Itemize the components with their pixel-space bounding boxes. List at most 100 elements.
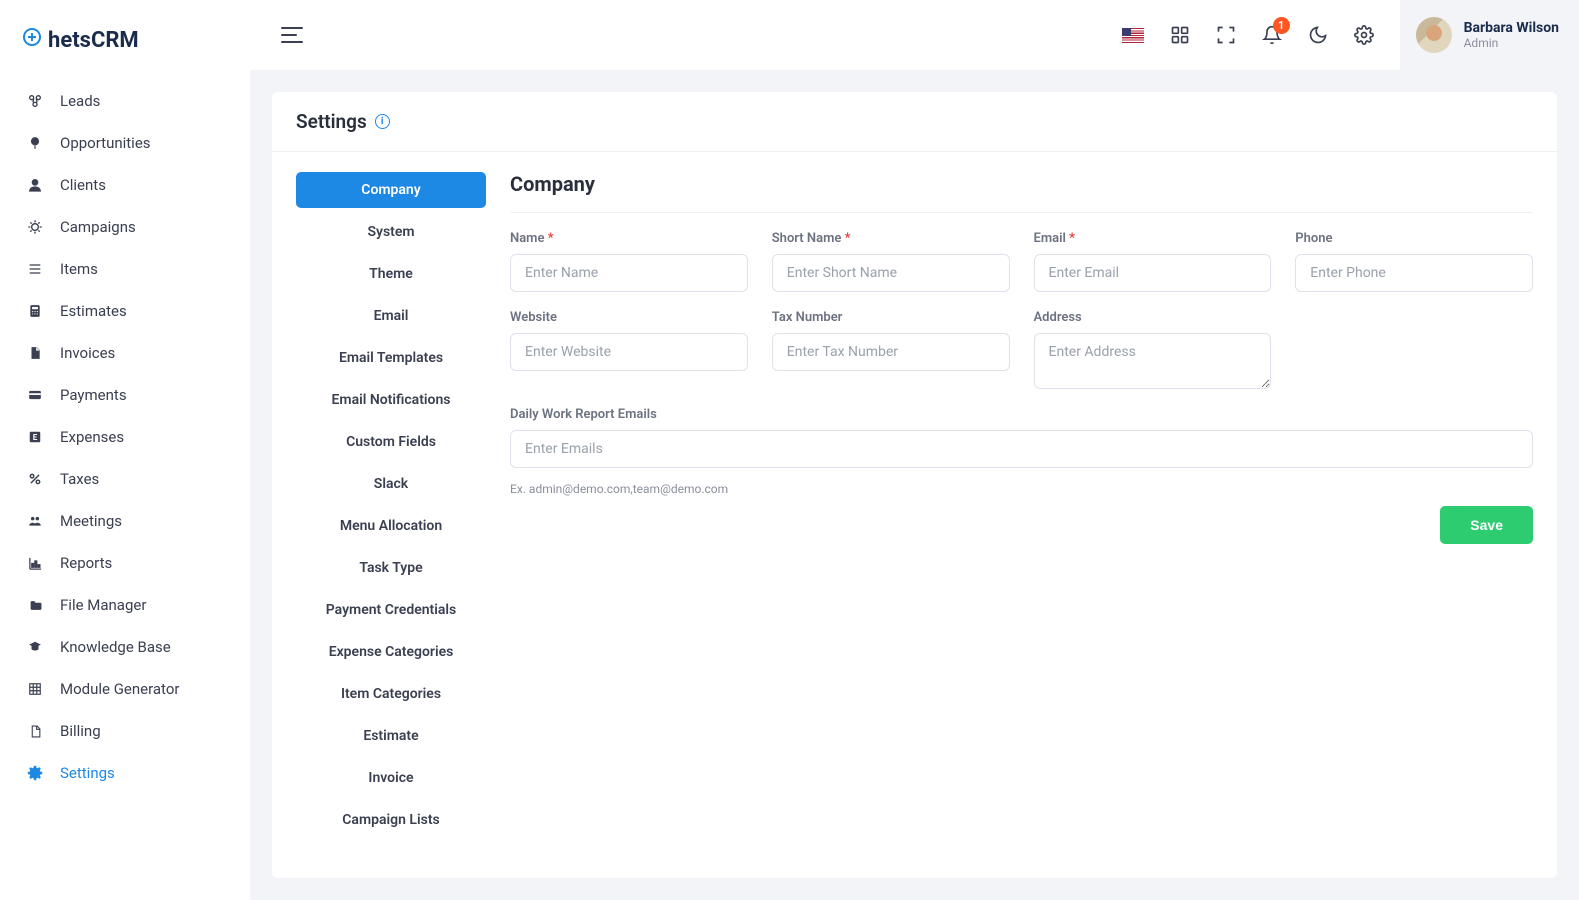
sidebar-item-taxes[interactable]: Taxes <box>0 458 250 500</box>
nav-label: Items <box>60 260 98 278</box>
tab-company[interactable]: Company <box>296 172 486 208</box>
tab-campaign-lists[interactable]: Campaign Lists <box>296 802 486 838</box>
percent-icon <box>26 470 44 488</box>
topbar: 1 Barbara Wilson Admin <box>250 0 1579 70</box>
settings-tabs: Company System Theme Email Email Templat… <box>296 172 486 838</box>
emails-input[interactable] <box>510 430 1533 468</box>
nav-label: Billing <box>60 722 101 740</box>
fullscreen-icon[interactable] <box>1216 25 1236 45</box>
nav-label: Invoices <box>60 344 115 362</box>
nav-label: Clients <box>60 176 106 194</box>
moon-icon[interactable] <box>1308 25 1328 45</box>
sidebar-item-billing[interactable]: Billing <box>0 710 250 752</box>
logo-icon <box>20 25 44 55</box>
section-title: Company <box>510 172 1533 213</box>
tab-email[interactable]: Email <box>296 298 486 334</box>
sidebar-item-invoices[interactable]: Invoices <box>0 332 250 374</box>
nav-label: Payments <box>60 386 127 404</box>
calculator-icon <box>26 302 44 320</box>
balloon-icon <box>26 134 44 152</box>
tab-slack[interactable]: Slack <box>296 466 486 502</box>
tab-custom-fields[interactable]: Custom Fields <box>296 424 486 460</box>
svg-text:E: E <box>33 432 38 442</box>
sidebar-item-module-generator[interactable]: Module Generator <box>0 668 250 710</box>
avatar <box>1416 17 1452 53</box>
email-input[interactable] <box>1034 254 1272 292</box>
tab-item-categories[interactable]: Item Categories <box>296 676 486 712</box>
user-icon <box>26 176 44 194</box>
address-label: Address <box>1034 310 1272 325</box>
leads-icon <box>26 92 44 110</box>
sidebar-item-settings[interactable]: Settings <box>0 752 250 794</box>
emails-hint: Ex. admin@demo.com,team@demo.com <box>510 482 1533 496</box>
user-menu[interactable]: Barbara Wilson Admin <box>1400 0 1579 70</box>
info-icon[interactable]: i <box>375 114 390 129</box>
tab-invoice[interactable]: Invoice <box>296 760 486 796</box>
nav-label: Settings <box>60 764 115 782</box>
logo-text: hetsCRM <box>48 28 139 53</box>
tab-menu-allocation[interactable]: Menu Allocation <box>296 508 486 544</box>
sidebar-item-knowledge-base[interactable]: Knowledge Base <box>0 626 250 668</box>
phone-input[interactable] <box>1295 254 1533 292</box>
nav-label: File Manager <box>60 596 146 614</box>
page-title: Settings <box>296 110 367 133</box>
sidebar-item-estimates[interactable]: Estimates <box>0 290 250 332</box>
tax-number-label: Tax Number <box>772 310 1010 325</box>
user-name: Barbara Wilson <box>1464 20 1559 36</box>
name-label: Name * <box>510 231 748 246</box>
nav-label: Module Generator <box>60 680 179 698</box>
chart-icon <box>26 554 44 572</box>
sidebar-item-clients[interactable]: Clients <box>0 164 250 206</box>
apps-icon[interactable] <box>1170 25 1190 45</box>
logo[interactable]: hetsCRM <box>0 10 250 80</box>
sidebar-item-file-manager[interactable]: File Manager <box>0 584 250 626</box>
nav-label: Campaigns <box>60 218 136 236</box>
sidebar-item-campaigns[interactable]: Campaigns <box>0 206 250 248</box>
tab-email-notifications[interactable]: Email Notifications <box>296 382 486 418</box>
tab-system[interactable]: System <box>296 214 486 250</box>
virus-icon <box>26 218 44 236</box>
sidebar-item-expenses[interactable]: EExpenses <box>0 416 250 458</box>
tax-number-input[interactable] <box>772 333 1010 371</box>
sidebar-item-opportunities[interactable]: Opportunities <box>0 122 250 164</box>
language-flag-icon[interactable] <box>1122 28 1144 43</box>
short-name-label: Short Name * <box>772 231 1010 246</box>
folder-icon <box>26 596 44 614</box>
name-input[interactable] <box>510 254 748 292</box>
emails-label: Daily Work Report Emails <box>510 407 1533 422</box>
save-button[interactable]: Save <box>1440 506 1533 544</box>
sidebar-item-reports[interactable]: Reports <box>0 542 250 584</box>
company-form: Company Name * Short Name * E <box>510 172 1533 838</box>
card-header: Settings i <box>272 92 1557 152</box>
nav-label: Knowledge Base <box>60 638 171 656</box>
tab-expense-categories[interactable]: Expense Categories <box>296 634 486 670</box>
settings-icon[interactable] <box>1354 25 1374 45</box>
bell-icon[interactable]: 1 <box>1262 25 1282 45</box>
document-icon <box>26 344 44 362</box>
phone-label: Phone <box>1295 231 1533 246</box>
sidebar-item-items[interactable]: Items <box>0 248 250 290</box>
tab-task-type[interactable]: Task Type <box>296 550 486 586</box>
menu-toggle-icon[interactable] <box>280 26 304 44</box>
file-icon <box>26 722 44 740</box>
tab-theme[interactable]: Theme <box>296 256 486 292</box>
tab-estimate[interactable]: Estimate <box>296 718 486 754</box>
group-icon <box>26 512 44 530</box>
sidebar-item-payments[interactable]: Payments <box>0 374 250 416</box>
email-label: Email * <box>1034 231 1272 246</box>
website-label: Website <box>510 310 748 325</box>
nav-label: Taxes <box>60 470 99 488</box>
tab-email-templates[interactable]: Email Templates <box>296 340 486 376</box>
nav-label: Leads <box>60 92 100 110</box>
sidebar-item-meetings[interactable]: Meetings <box>0 500 250 542</box>
nav-label: Opportunities <box>60 134 151 152</box>
website-input[interactable] <box>510 333 748 371</box>
sidebar: hetsCRM Leads Opportunities Clients Camp… <box>0 0 250 900</box>
sidebar-item-leads[interactable]: Leads <box>0 80 250 122</box>
address-input[interactable] <box>1034 333 1272 389</box>
tab-payment-credentials[interactable]: Payment Credentials <box>296 592 486 628</box>
nav-label: Reports <box>60 554 112 572</box>
nav-list: Leads Opportunities Clients Campaigns It… <box>0 80 250 794</box>
short-name-input[interactable] <box>772 254 1010 292</box>
list-icon <box>26 260 44 278</box>
